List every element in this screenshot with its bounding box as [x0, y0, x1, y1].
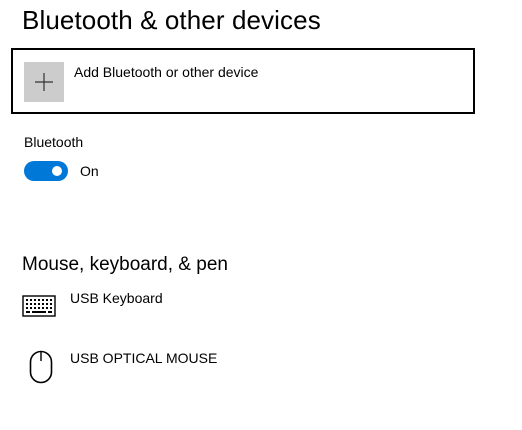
bluetooth-toggle[interactable]: [24, 161, 68, 181]
add-device-button[interactable]: Add Bluetooth or other device: [11, 48, 475, 114]
add-device-tile: [24, 62, 64, 102]
bluetooth-label: Bluetooth: [24, 134, 84, 150]
device-usb-optical-mouse[interactable]: USB OPTICAL MOUSE: [22, 350, 482, 396]
mouse-icon: [29, 350, 53, 384]
device-usb-keyboard[interactable]: USB Keyboard: [22, 290, 482, 336]
add-device-label: Add Bluetooth or other device: [74, 64, 259, 80]
bluetooth-toggle-state: On: [80, 163, 99, 179]
plus-icon: [35, 73, 53, 91]
device-name: USB Keyboard: [70, 290, 163, 306]
page-title: Bluetooth & other devices: [22, 5, 321, 35]
keyboard-icon: [22, 295, 56, 317]
toggle-knob: [52, 166, 62, 176]
section-title: Mouse, keyboard, & pen: [22, 254, 228, 275]
device-name: USB OPTICAL MOUSE: [70, 350, 218, 366]
